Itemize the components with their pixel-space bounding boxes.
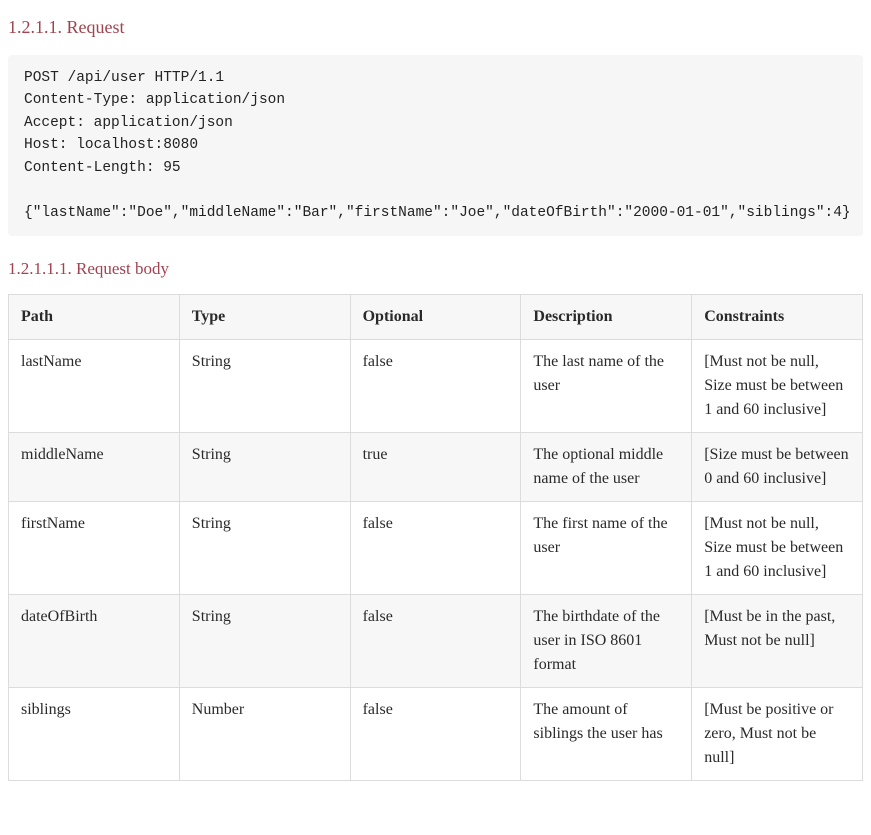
cell-optional: true <box>350 432 521 501</box>
cell-constraints: [Must not be null, Size must be between … <box>692 339 863 432</box>
cell-constraints: [Size must be between 0 and 60 inclusive… <box>692 432 863 501</box>
cell-constraints: [Must not be null, Size must be between … <box>692 501 863 594</box>
cell-type: Number <box>179 687 350 780</box>
request-body-table: Path Type Optional Description Constrain… <box>8 294 863 781</box>
col-header-description: Description <box>521 294 692 339</box>
cell-constraints: [Must be in the past, Must not be null] <box>692 594 863 687</box>
table-row: dateOfBirth String false The birthdate o… <box>9 594 863 687</box>
cell-type: String <box>179 594 350 687</box>
col-header-type: Type <box>179 294 350 339</box>
table-row: siblings Number false The amount of sibl… <box>9 687 863 780</box>
cell-type: String <box>179 501 350 594</box>
cell-type: String <box>179 339 350 432</box>
cell-optional: false <box>350 687 521 780</box>
cell-path: lastName <box>9 339 180 432</box>
cell-description: The last name of the user <box>521 339 692 432</box>
cell-path: siblings <box>9 687 180 780</box>
table-row: lastName String false The last name of t… <box>9 339 863 432</box>
cell-constraints: [Must be positive or zero, Must not be n… <box>692 687 863 780</box>
table-header-row: Path Type Optional Description Constrain… <box>9 294 863 339</box>
request-body-heading: 1.2.1.1.1. Request body <box>8 256 863 282</box>
cell-description: The first name of the user <box>521 501 692 594</box>
cell-description: The optional middle name of the user <box>521 432 692 501</box>
col-header-constraints: Constraints <box>692 294 863 339</box>
cell-description: The birthdate of the user in ISO 8601 fo… <box>521 594 692 687</box>
col-header-path: Path <box>9 294 180 339</box>
cell-path: firstName <box>9 501 180 594</box>
cell-optional: false <box>350 501 521 594</box>
cell-optional: false <box>350 339 521 432</box>
request-heading: 1.2.1.1. Request <box>8 14 863 41</box>
cell-path: dateOfBirth <box>9 594 180 687</box>
cell-optional: false <box>350 594 521 687</box>
cell-path: middleName <box>9 432 180 501</box>
table-row: firstName String false The first name of… <box>9 501 863 594</box>
cell-type: String <box>179 432 350 501</box>
col-header-optional: Optional <box>350 294 521 339</box>
table-row: middleName String true The optional midd… <box>9 432 863 501</box>
request-code-block[interactable]: POST /api/user HTTP/1.1 Content-Type: ap… <box>8 55 863 236</box>
cell-description: The amount of siblings the user has <box>521 687 692 780</box>
